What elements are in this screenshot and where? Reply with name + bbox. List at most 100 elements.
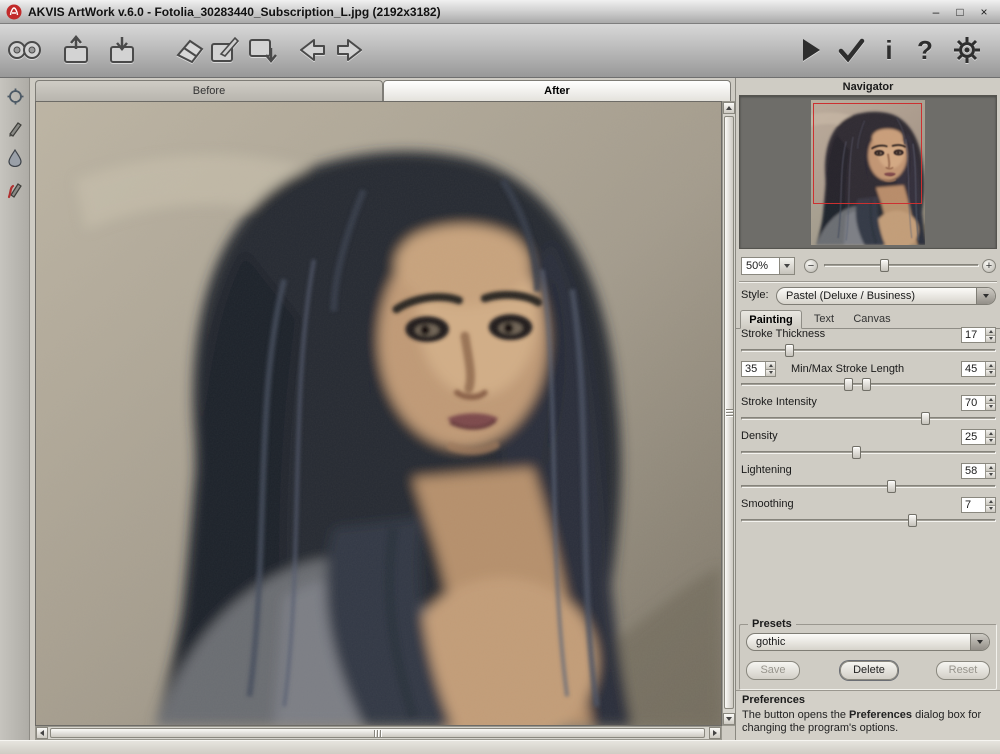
param-stroke-intensity: Stroke Intensity 70: [741, 395, 996, 427]
title-bar: AKVIS ArtWork v.6.0 - Fotolia_30283440_S…: [0, 0, 1000, 24]
save-image-button[interactable]: [100, 28, 144, 72]
tab-before[interactable]: Before: [35, 80, 383, 101]
chevron-down-icon: [983, 294, 989, 298]
min-stroke-length-spinbox[interactable]: 35: [741, 361, 776, 377]
spin-down-button[interactable]: [986, 335, 995, 343]
smoothing-slider[interactable]: [741, 514, 996, 528]
tool-strip: [0, 78, 30, 740]
stroke-thickness-spinbox[interactable]: 17: [961, 327, 996, 343]
spin-down-button[interactable]: [986, 403, 995, 411]
history-brush-tool-button[interactable]: [5, 180, 25, 200]
spin-down-icon: [989, 439, 993, 442]
horizontal-scrollbar[interactable]: [35, 726, 722, 740]
slider-thumb[interactable]: [921, 412, 930, 425]
style-dropdown-cap[interactable]: [976, 288, 995, 304]
slider-thumb-max[interactable]: [862, 378, 871, 391]
delete-preset-button[interactable]: Delete: [840, 661, 898, 680]
horizontal-scroll-thumb[interactable]: [50, 728, 705, 738]
spinbox-value[interactable]: 45: [962, 362, 985, 376]
lightening-spinbox[interactable]: 58: [961, 463, 996, 479]
redo-button[interactable]: [328, 28, 372, 72]
slider-groove: [741, 485, 996, 488]
stroke-intensity-slider[interactable]: [741, 412, 996, 426]
spinbox-value[interactable]: 25: [962, 430, 985, 444]
status-bar: [0, 740, 1000, 754]
slider-thumb[interactable]: [785, 344, 794, 357]
run-button[interactable]: [792, 28, 830, 72]
minimize-button[interactable]: –: [926, 4, 946, 20]
scroll-right-button[interactable]: [709, 727, 721, 739]
scroll-down-button[interactable]: [723, 713, 735, 725]
tab-after[interactable]: After: [383, 80, 731, 101]
navigator-selection-frame[interactable]: [813, 103, 922, 204]
reset-preset-button[interactable]: Reset: [936, 661, 990, 680]
presets-dropdown-cap[interactable]: [970, 634, 989, 650]
droplet-icon: [8, 149, 22, 167]
spinbox-value[interactable]: 17: [962, 328, 985, 342]
preferences-button[interactable]: [948, 28, 986, 72]
spinbox-value[interactable]: 58: [962, 464, 985, 478]
slider-groove: [741, 451, 996, 454]
hints-panel: Preferences The button opens the Prefere…: [736, 690, 1000, 740]
param-stroke-thickness: Stroke Thickness 17: [741, 327, 996, 359]
history-brush-icon: [7, 181, 24, 199]
spin-up-icon: [989, 398, 993, 401]
max-stroke-length-spinbox[interactable]: 45: [961, 361, 996, 377]
slider-thumb[interactable]: [887, 480, 896, 493]
close-button[interactable]: ×: [974, 4, 994, 20]
density-slider[interactable]: [741, 446, 996, 460]
lightening-slider[interactable]: [741, 480, 996, 494]
spin-down-button[interactable]: [766, 369, 775, 377]
min-max-stroke-length-slider[interactable]: [741, 378, 996, 392]
vertical-scroll-thumb[interactable]: [724, 116, 734, 709]
info-button[interactable]: i: [872, 28, 906, 72]
zoom-slider-thumb[interactable]: [880, 259, 889, 272]
style-dropdown[interactable]: Pastel (Deluxe / Business): [776, 287, 996, 305]
hint-text: The button opens the Preferences dialog …: [742, 709, 995, 735]
window-title: AKVIS ArtWork v.6.0 - Fotolia_30283440_S…: [28, 5, 926, 19]
stroke-thickness-slider[interactable]: [741, 344, 996, 358]
toolbar: i ?: [0, 24, 1000, 78]
checkmark-icon: [837, 37, 865, 63]
zoom-dropdown-button[interactable]: [779, 258, 794, 274]
presets-dropdown[interactable]: gothic: [746, 633, 990, 651]
zoom-slider[interactable]: [824, 259, 979, 273]
spinbox-value[interactable]: 70: [962, 396, 985, 410]
zoom-in-button[interactable]: +: [982, 259, 996, 273]
image-canvas[interactable]: [35, 101, 722, 726]
slider-thumb[interactable]: [908, 514, 917, 527]
blur-tool-button[interactable]: [5, 148, 25, 168]
save-preset-button[interactable]: Save: [746, 661, 800, 680]
slider-groove: [741, 417, 996, 420]
artwork-logo-button[interactable]: [2, 28, 46, 72]
export-arrow-icon: [245, 34, 279, 66]
stroke-intensity-spinbox[interactable]: 70: [961, 395, 996, 411]
zoom-select[interactable]: 50%: [741, 257, 795, 275]
smudge-tool-button[interactable]: [5, 118, 25, 138]
print-button[interactable]: [240, 28, 284, 72]
result-artwork-image: [36, 102, 721, 725]
spin-down-button[interactable]: [986, 471, 995, 479]
scroll-left-button[interactable]: [36, 727, 48, 739]
smoothing-spinbox[interactable]: 7: [961, 497, 996, 513]
presets-group: Presets gothic Save Delete Reset: [739, 624, 997, 690]
scroll-up-button[interactable]: [723, 102, 735, 114]
slider-thumb-min[interactable]: [844, 378, 853, 391]
slider-thumb[interactable]: [852, 446, 861, 459]
navigate-tool-button[interactable]: [5, 86, 25, 106]
density-spinbox[interactable]: 25: [961, 429, 996, 445]
arrow-left-icon: [296, 37, 328, 63]
spinbox-value[interactable]: 35: [742, 362, 765, 376]
vertical-scrollbar[interactable]: [722, 101, 736, 726]
spin-down-button[interactable]: [986, 369, 995, 377]
slider-groove: [741, 519, 996, 522]
maximize-button[interactable]: □: [950, 4, 970, 20]
spin-down-button[interactable]: [986, 437, 995, 445]
zoom-out-button[interactable]: −: [804, 259, 818, 273]
open-image-button[interactable]: [54, 28, 98, 72]
spin-down-button[interactable]: [986, 505, 995, 513]
help-button[interactable]: ?: [908, 28, 942, 72]
spinbox-value[interactable]: 7: [962, 498, 985, 512]
apply-button[interactable]: [832, 28, 870, 72]
navigator-preview[interactable]: [739, 95, 997, 249]
